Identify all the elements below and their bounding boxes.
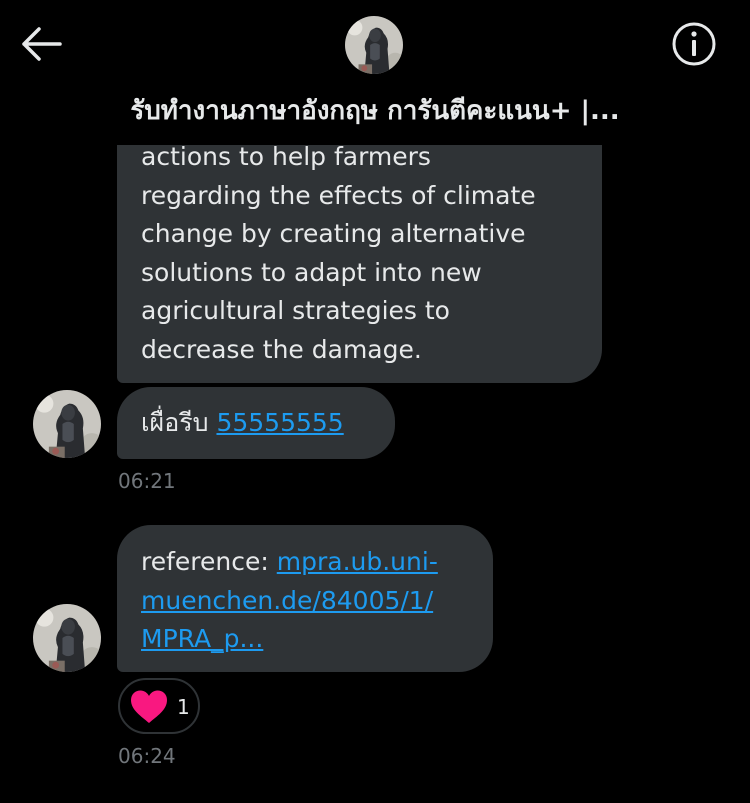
info-button[interactable] xyxy=(670,20,718,68)
conversation-header: รับทำงานภาษาอังกฤษ การันตีคะแนน+ |... xyxy=(0,0,750,145)
message-text: เผื่อรีบ xyxy=(141,408,209,437)
arrow-left-icon xyxy=(22,27,62,61)
info-circle-icon xyxy=(672,22,716,66)
message-bubble[interactable]: เผื่อรีบ 55555555 xyxy=(117,387,395,459)
conversation-title[interactable]: รับทำงานภาษาอังกฤษ การันตีคะแนน+ |... xyxy=(20,90,730,131)
message-line: solutions to adapt into new xyxy=(141,257,482,287)
message-line: regarding the effects of climate xyxy=(141,180,536,210)
sender-avatar[interactable] xyxy=(33,604,101,672)
reference-link-part[interactable]: mpra.ub.uni- xyxy=(277,547,438,576)
reference-link-part[interactable]: muenchen.de/84005/1/ xyxy=(141,582,483,621)
heart-icon xyxy=(131,690,167,723)
message-link[interactable]: 55555555 xyxy=(216,408,343,437)
sender-avatar[interactable] xyxy=(33,390,101,458)
message-bubble[interactable]: actions to help farmers regarding the ef… xyxy=(117,120,602,383)
message-timestamp: 06:24 xyxy=(118,744,176,768)
message-line: reference: mpra.ub.uni- xyxy=(141,543,483,582)
reference-link-part[interactable]: MPRA_p... xyxy=(141,620,483,659)
header-avatar[interactable] xyxy=(345,16,403,74)
message-line: decrease the damage. xyxy=(141,334,422,364)
message-line: change by creating alternative xyxy=(141,219,526,248)
back-button[interactable] xyxy=(20,26,64,62)
message-text: reference: xyxy=(141,547,269,576)
message-timestamp: 06:21 xyxy=(118,469,176,493)
message-line: agricultural strategies to xyxy=(141,296,450,325)
reaction-pill[interactable]: 1 xyxy=(118,678,200,734)
reaction-count: 1 xyxy=(177,695,190,719)
message-bubble[interactable]: reference: mpra.ub.uni- muenchen.de/8400… xyxy=(117,525,493,672)
